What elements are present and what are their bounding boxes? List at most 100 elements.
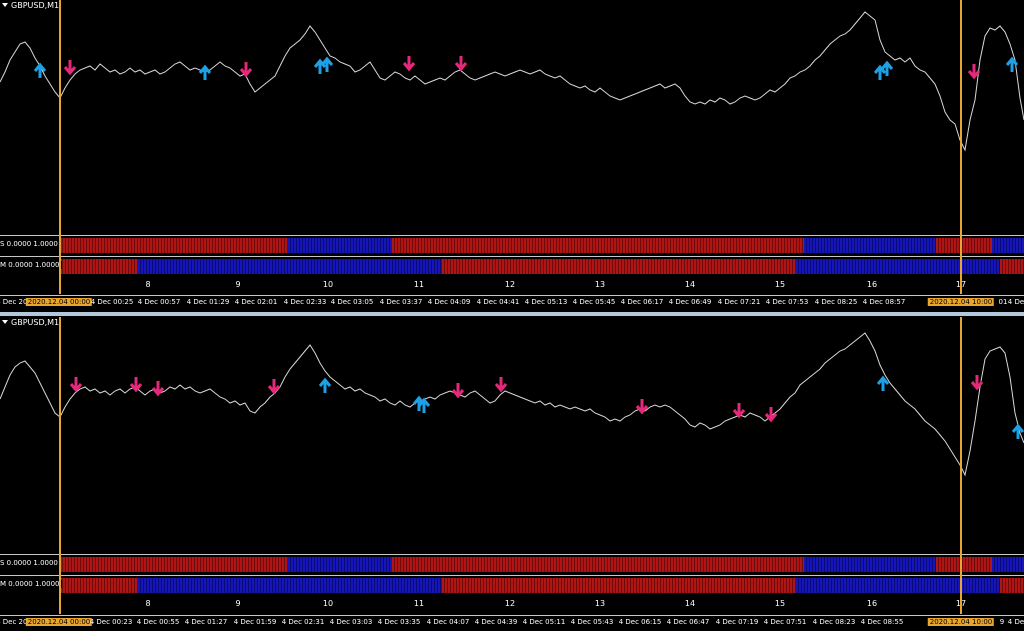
- indicator-bar-red: [936, 238, 992, 253]
- down-arrow-icon: [454, 56, 468, 72]
- time-label: 9: [999, 618, 1005, 626]
- indicator-panel-1-top[interactable]: S 0.0000 1.0000: [0, 235, 1024, 255]
- time-label: 4 Dec 03:03: [329, 618, 373, 626]
- day-number: 10: [322, 599, 334, 608]
- indicator-bar-red: [392, 238, 804, 253]
- time-label-highlight: 2020.12.04 00:00: [25, 618, 93, 626]
- time-label: 4 Dec 02:33: [283, 298, 327, 306]
- day-number: 16: [866, 280, 878, 289]
- day-number: 13: [594, 280, 606, 289]
- indicator-bar-red: [1000, 578, 1024, 593]
- day-number: 9: [235, 599, 241, 608]
- up-arrow-icon: [417, 397, 431, 413]
- day-number: 8: [145, 599, 151, 608]
- time-label: 4 Dec 00:25: [90, 298, 134, 306]
- down-arrow-icon: [239, 62, 253, 78]
- down-arrow-icon: [63, 60, 77, 76]
- chart-window-top[interactable]: GBPUSD,M1 S 0.0000 1.0000 M 0.0000 1.000…: [0, 0, 1024, 311]
- time-axis-bottom[interactable]: 4 Dec 202 2020.12.04 00:00 4 Dec 00:23 4…: [0, 615, 1024, 629]
- time-label: 4 Dec 03:05: [330, 298, 374, 306]
- down-arrow-icon: [635, 399, 649, 415]
- time-label: 4 Dec 01:59: [233, 618, 277, 626]
- time-label: 4 Dec 04:07: [426, 618, 470, 626]
- time-label: 4 Dec 05:13: [524, 298, 568, 306]
- time-label: 4 Dec 02:01: [234, 298, 278, 306]
- time-label: 4 Dec 08:25: [814, 298, 858, 306]
- down-arrow-icon: [970, 375, 984, 391]
- price-chart-top[interactable]: [0, 0, 1024, 236]
- indicator-bar-red: [60, 259, 138, 274]
- time-label: 4 Dec 05:11: [522, 618, 566, 626]
- time-label-highlight: 2020.12.04 00:00: [25, 298, 93, 306]
- indicator-bar-red: [442, 578, 796, 593]
- time-axis-top[interactable]: 4 Dec 202 2020.12.04 00:00 4 Dec 00:25 4…: [0, 295, 1024, 309]
- down-arrow-icon: [764, 407, 778, 423]
- indicator-bar-blue: [804, 557, 936, 572]
- indicator-bar-red: [392, 557, 804, 572]
- day-number-row-top: 8 9 10 11 12 13 14 15 16 17: [0, 277, 1024, 294]
- up-arrow-icon: [320, 56, 334, 72]
- time-label: 01: [998, 298, 1008, 306]
- day-number: 16: [866, 599, 878, 608]
- down-arrow-icon: [494, 377, 508, 393]
- time-label: 4 Dec 04:09: [427, 298, 471, 306]
- indicator-label: S 0.0000 1.0000: [0, 240, 61, 248]
- indicator-panel-2-top[interactable]: M 0.0000 1.0000: [0, 256, 1024, 276]
- indicator-bar-blue: [138, 259, 442, 274]
- up-arrow-icon: [318, 377, 332, 393]
- dropdown-triangle-icon: [2, 320, 8, 324]
- up-arrow-icon: [876, 375, 890, 391]
- indicator-bar-blue: [796, 259, 1000, 274]
- day-number: 13: [594, 599, 606, 608]
- indicator-panel-1-bottom[interactable]: S 0.0000 1.0000: [0, 554, 1024, 574]
- indicator-bar-red: [442, 259, 796, 274]
- indicator-label: M 0.0000 1.0000: [0, 580, 63, 588]
- day-number-row-bottom: 8 9 10 11 12 13 14 15 16 17: [0, 596, 1024, 613]
- indicator-bar-blue: [992, 557, 1024, 572]
- down-arrow-icon: [69, 377, 83, 393]
- time-label-highlight: 2020.12.04 10:00: [927, 298, 995, 306]
- time-label: 4 Dec 08:55: [860, 618, 904, 626]
- time-label: 4 Dec 04:41: [476, 298, 520, 306]
- day-number: 14: [684, 280, 696, 289]
- chart-window-bottom[interactable]: GBPUSD,M1 S 0.0000 1.0000 M 0.0000 1.000…: [0, 317, 1024, 631]
- time-label: 4 Dec 03:35: [377, 618, 421, 626]
- window-separator[interactable]: [0, 312, 1024, 316]
- price-chart-bottom[interactable]: [0, 317, 1024, 555]
- chart-symbol-label[interactable]: GBPUSD,M1: [2, 318, 59, 327]
- indicator-panel-2-bottom[interactable]: M 0.0000 1.0000: [0, 575, 1024, 595]
- time-label: 4 Dec 07:19: [715, 618, 759, 626]
- down-arrow-icon: [267, 379, 281, 395]
- day-number: 8: [145, 280, 151, 289]
- indicator-bar-blue: [796, 578, 1000, 593]
- indicator-bar-blue: [804, 238, 936, 253]
- time-label: 4 Dec 02:31: [281, 618, 325, 626]
- time-label: 4 Dec 05:43: [570, 618, 614, 626]
- time-label: 4 Dec 06:15: [618, 618, 662, 626]
- time-label: 4 Dec 00:55: [136, 618, 180, 626]
- day-number: 9: [235, 280, 241, 289]
- time-label: 4 Dec 03:37: [379, 298, 423, 306]
- price-line: [0, 11, 1024, 152]
- day-number: 15: [774, 280, 786, 289]
- chart-symbol-label[interactable]: GBPUSD,M1: [2, 1, 59, 10]
- day-number: 15: [774, 599, 786, 608]
- time-label: 4 Dec 00:23: [89, 618, 133, 626]
- day-number: 11: [413, 280, 425, 289]
- day-number: 14: [684, 599, 696, 608]
- indicator-bar-red: [60, 557, 288, 572]
- time-label: 4 Dec 01:27: [184, 618, 228, 626]
- day-number: 10: [322, 280, 334, 289]
- period-separator-line: [59, 0, 61, 294]
- down-arrow-icon: [402, 56, 416, 72]
- indicator-bar-blue: [288, 238, 392, 253]
- period-separator-line: [59, 317, 61, 614]
- time-label: 4 De: [1007, 298, 1024, 306]
- time-label: 4 Dec 04:39: [474, 618, 518, 626]
- time-label: 4 De: [1007, 618, 1024, 626]
- indicator-bar-red: [60, 578, 138, 593]
- up-arrow-icon: [880, 60, 894, 76]
- time-label: 4 Dec 00:57: [137, 298, 181, 306]
- time-label: 4 Dec 06:49: [668, 298, 712, 306]
- signal-arrows: [33, 56, 1019, 80]
